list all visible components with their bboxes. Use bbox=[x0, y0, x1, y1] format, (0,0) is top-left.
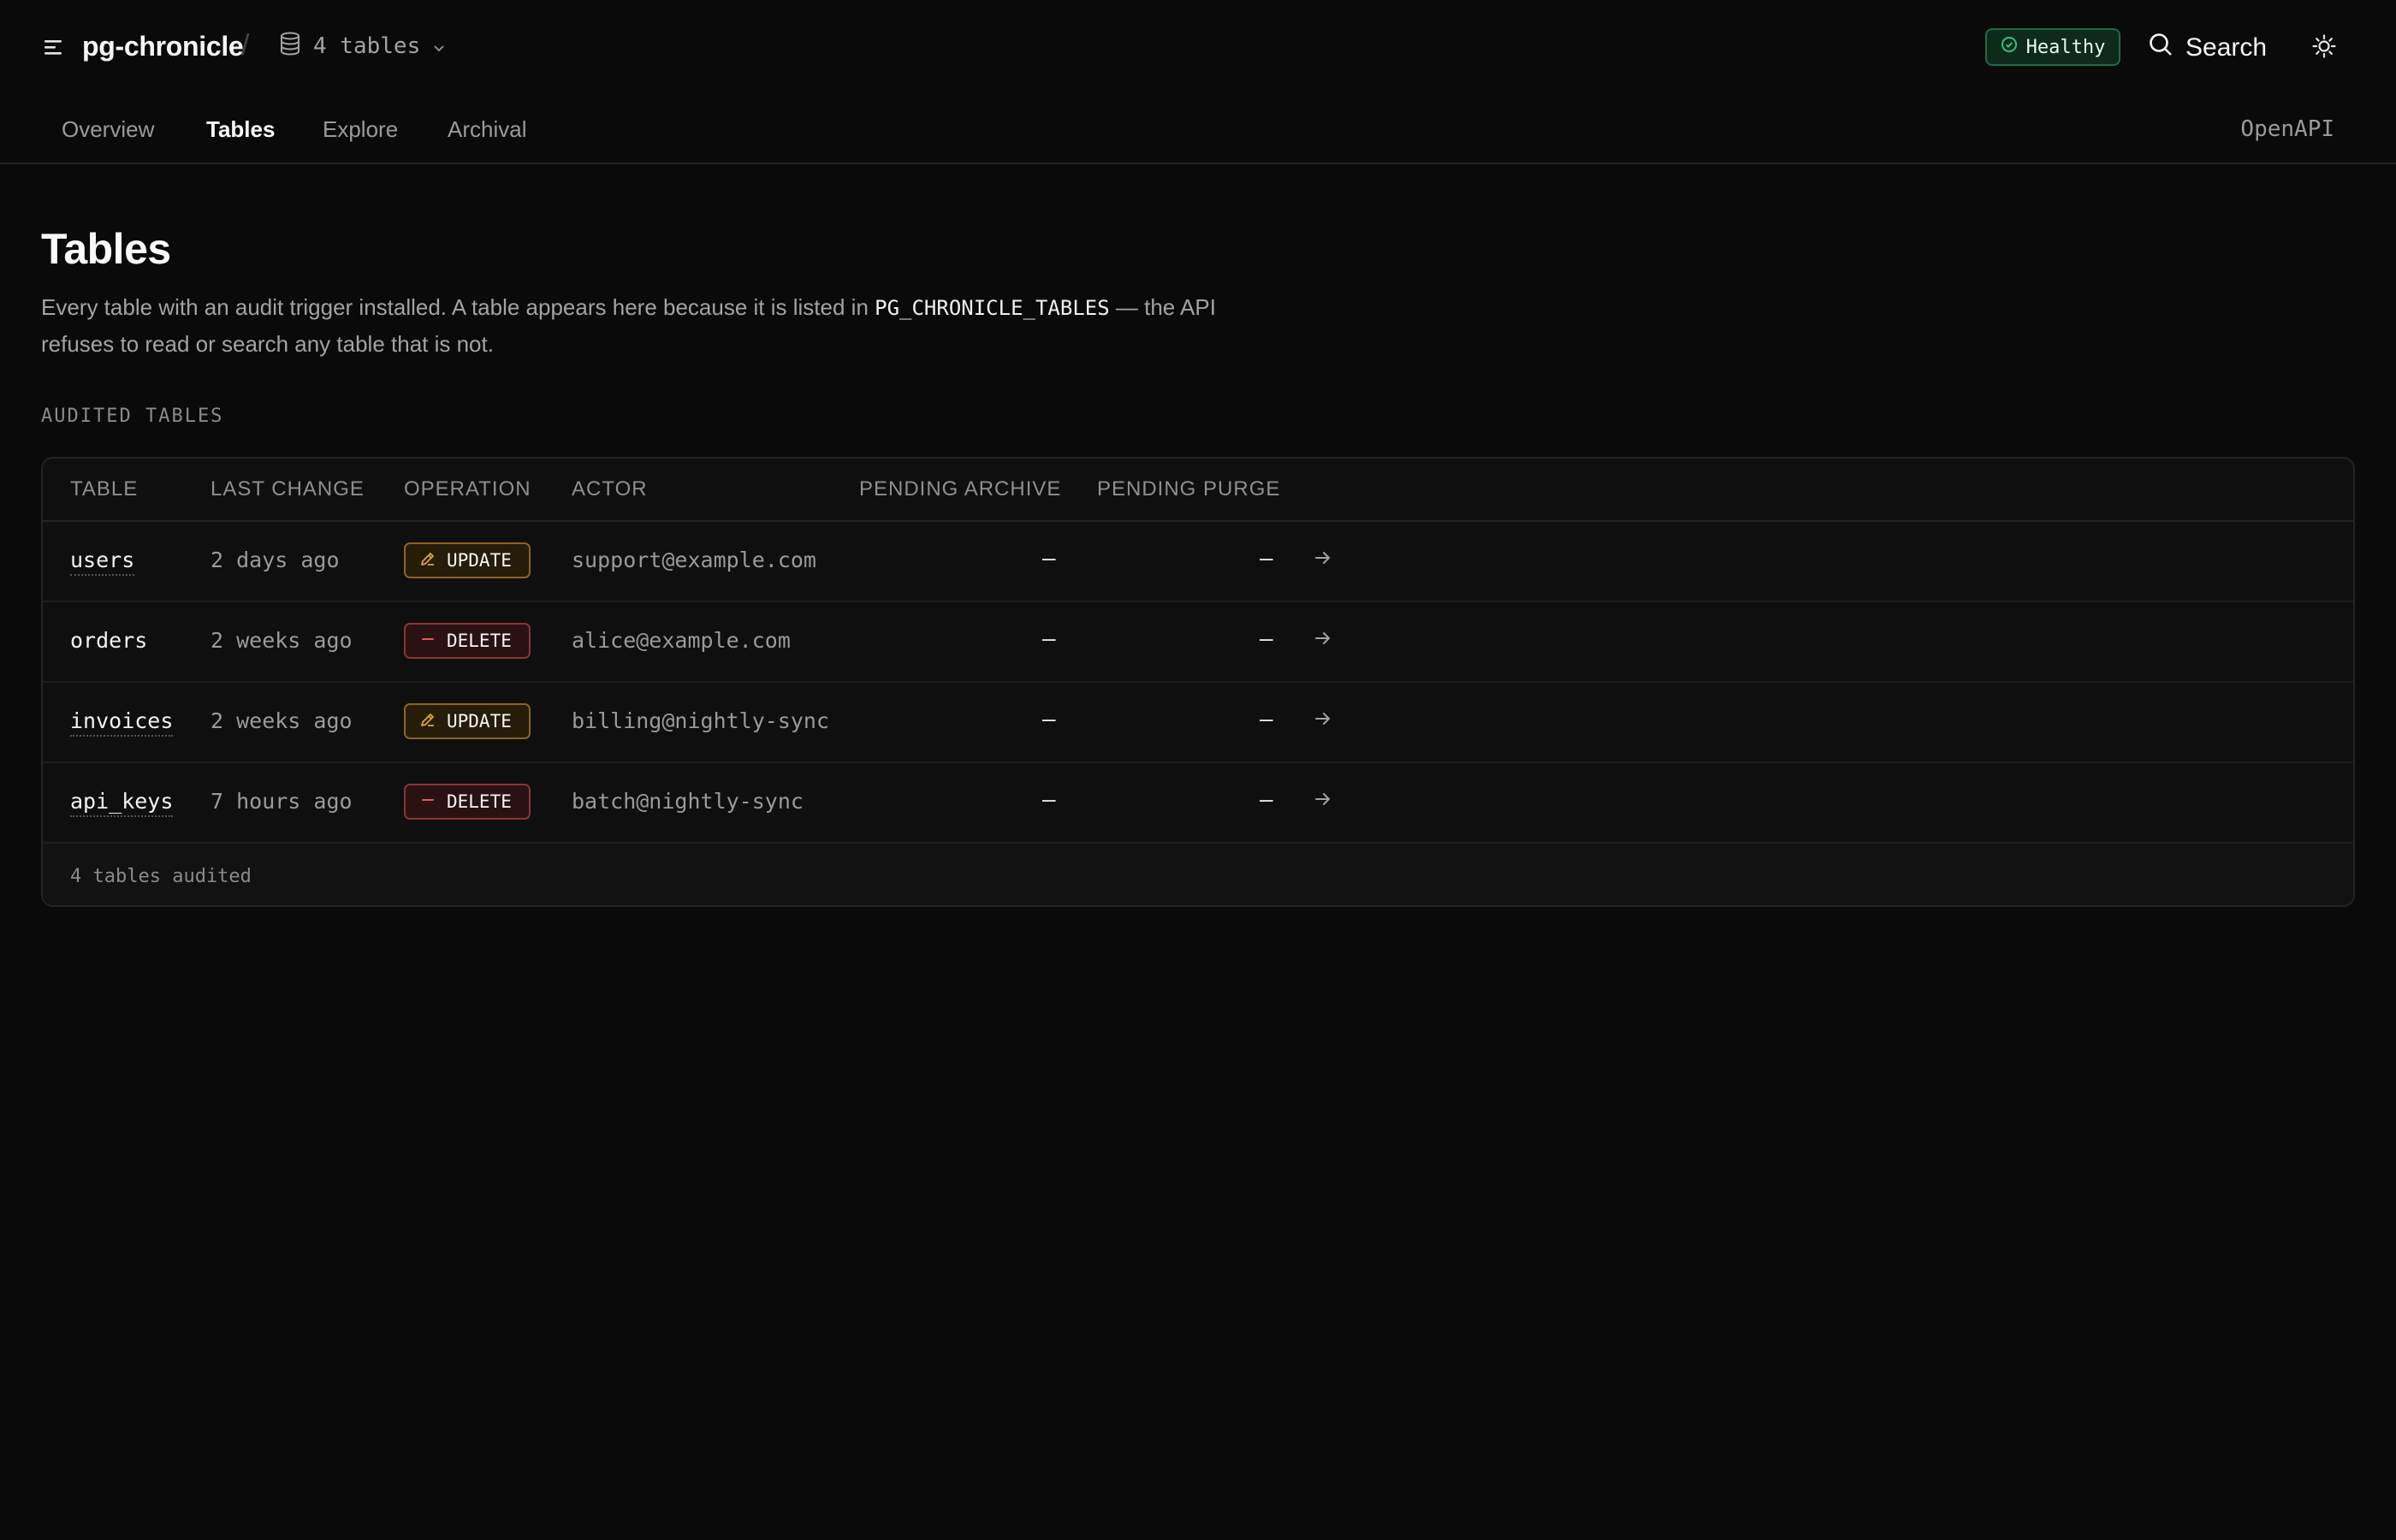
operation-badge: UPDATE bbox=[404, 542, 531, 578]
table-name-link[interactable]: orders bbox=[70, 628, 147, 656]
arrow-right-icon[interactable] bbox=[1311, 626, 1335, 650]
actor: support@example.com bbox=[572, 548, 816, 572]
actor: alice@example.com bbox=[572, 628, 791, 653]
openapi-link[interactable]: OpenAPI bbox=[2240, 116, 2334, 142]
column-header-actor[interactable]: ACTOR bbox=[572, 477, 648, 501]
search-icon bbox=[2148, 32, 2174, 64]
minus-icon bbox=[419, 791, 436, 813]
operation-badge: DELETE bbox=[404, 784, 531, 820]
operation-badge: UPDATE bbox=[404, 703, 531, 739]
minus-icon bbox=[419, 631, 436, 652]
chevron-down-icon bbox=[432, 33, 446, 60]
description-text-1: Every table with an audit trigger instal… bbox=[41, 294, 875, 320]
status-badge[interactable]: Healthy bbox=[1985, 28, 2120, 66]
operation-label: UPDATE bbox=[447, 550, 512, 571]
menu-icon[interactable] bbox=[41, 34, 67, 60]
tab-archival[interactable]: Archival bbox=[448, 116, 526, 143]
operation-label: UPDATE bbox=[447, 711, 512, 732]
operation-label: DELETE bbox=[447, 791, 512, 812]
pending-archive: – bbox=[1042, 625, 1056, 651]
last-change: 7 hours ago bbox=[211, 789, 353, 814]
pending-archive: – bbox=[1042, 705, 1056, 732]
main-nav: Overview Tables Explore Archival OpenAPI bbox=[0, 96, 2396, 164]
column-header-operation[interactable]: OPERATION bbox=[404, 477, 531, 501]
tab-overview[interactable]: Overview bbox=[62, 116, 154, 143]
tab-explore[interactable]: Explore bbox=[323, 116, 398, 143]
pencil-icon bbox=[419, 711, 436, 732]
column-header-last-change[interactable]: LAST CHANGE bbox=[211, 477, 365, 501]
pending-archive: – bbox=[1042, 785, 1056, 812]
table-name-link[interactable]: invoices bbox=[70, 708, 174, 737]
table-row[interactable]: orders 2 weeks ago DELETE alice@example.… bbox=[43, 602, 2353, 683]
arrow-right-icon[interactable] bbox=[1311, 707, 1335, 731]
search-button[interactable]: Search bbox=[2148, 29, 2267, 67]
table-footer-count: 4 tables audited bbox=[70, 866, 252, 887]
top-bar: pg-chronicle / 4 tables Healthy Search bbox=[0, 0, 2396, 96]
check-circle-icon bbox=[2001, 36, 2018, 58]
arrow-right-icon[interactable] bbox=[1311, 546, 1335, 570]
last-change: 2 weeks ago bbox=[211, 628, 353, 653]
table-name-link[interactable]: api_keys bbox=[70, 789, 174, 817]
column-header-table[interactable]: TABLE bbox=[70, 477, 138, 501]
last-change: 2 weeks ago bbox=[211, 708, 353, 733]
column-header-pending-purge[interactable]: PENDING PURGE bbox=[1097, 477, 1280, 501]
breadcrumb-separator: / bbox=[241, 29, 250, 62]
pending-purge: – bbox=[1260, 785, 1273, 812]
pending-purge: – bbox=[1260, 625, 1273, 651]
pending-purge: – bbox=[1260, 544, 1273, 571]
database-selector-label: 4 tables bbox=[313, 33, 421, 59]
section-label: AUDITED TABLES bbox=[41, 406, 224, 427]
app-name[interactable]: pg-chronicle bbox=[82, 31, 244, 62]
column-header-pending-archive[interactable]: PENDING ARCHIVE bbox=[859, 477, 1061, 501]
table-row[interactable]: api_keys 7 hours ago DELETE batch@nightl… bbox=[43, 763, 2353, 844]
table-row[interactable]: invoices 2 weeks ago UPDATE billing@nigh… bbox=[43, 683, 2353, 763]
sun-icon[interactable] bbox=[2309, 31, 2340, 62]
description-code: PG_CHRONICLE_TABLES bbox=[875, 296, 1110, 320]
pending-archive: – bbox=[1042, 544, 1056, 571]
database-selector[interactable]: 4 tables bbox=[279, 29, 446, 63]
audited-tables-table: TABLE LAST CHANGE OPERATION ACTOR PENDIN… bbox=[41, 457, 2355, 907]
actor: batch@nightly-sync bbox=[572, 789, 804, 814]
table-header: TABLE LAST CHANGE OPERATION ACTOR PENDIN… bbox=[43, 459, 2353, 522]
last-change: 2 days ago bbox=[211, 548, 340, 572]
search-label: Search bbox=[2185, 33, 2268, 62]
pending-purge: – bbox=[1260, 705, 1273, 732]
page-title: Tables bbox=[41, 225, 171, 273]
table-name-link[interactable]: users bbox=[70, 548, 135, 576]
arrow-right-icon[interactable] bbox=[1311, 787, 1335, 811]
actor: billing@nightly-sync bbox=[572, 708, 830, 733]
operation-label: DELETE bbox=[447, 631, 512, 651]
page-description: Every table with an audit trigger instal… bbox=[41, 289, 1290, 362]
database-icon bbox=[279, 32, 301, 62]
table-row[interactable]: users 2 days ago UPDATE support@example.… bbox=[43, 522, 2353, 602]
pencil-icon bbox=[419, 550, 436, 572]
tab-tables[interactable]: Tables bbox=[206, 116, 275, 143]
status-badge-label: Healthy bbox=[2025, 36, 2106, 58]
operation-badge: DELETE bbox=[404, 623, 531, 659]
table-footer: 4 tables audited bbox=[43, 844, 2353, 905]
